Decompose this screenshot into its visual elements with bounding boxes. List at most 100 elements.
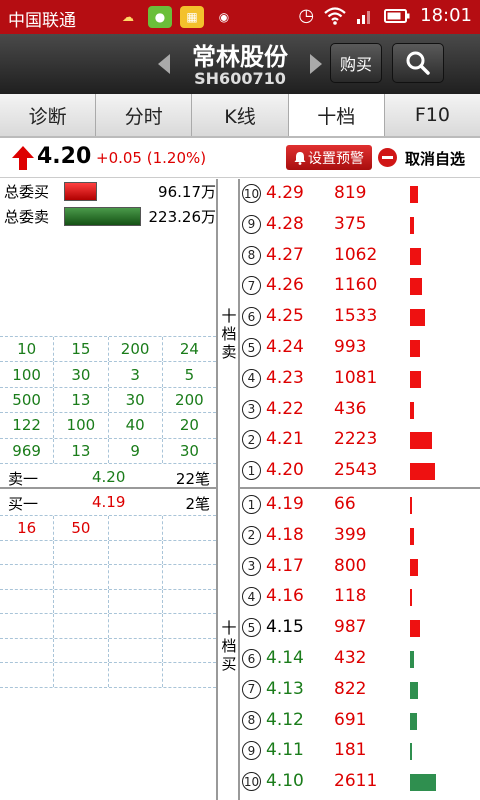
- sell-one-detail-grid: 10 15 200 24 100 30 3 5 500 13 30 200 122 100 40 20 969 1…: [0, 336, 216, 464]
- sell-level-volume: 2543: [334, 460, 378, 481]
- buy-detail-cell: [54, 663, 109, 687]
- buy-level-volume-bar: [410, 558, 418, 576]
- sell-level-row[interactable]: 3 4.22 436: [240, 395, 480, 426]
- sell-level-row[interactable]: 7 4.26 1160: [240, 271, 480, 302]
- sell-level-volume-bar: [410, 309, 425, 327]
- buy-detail-cell: [0, 614, 55, 638]
- sell-level-row[interactable]: 8 4.27 1062: [240, 241, 480, 272]
- buy-detail-cell: [163, 565, 216, 589]
- buy-detail-cell: [109, 565, 163, 589]
- sell-detail-cell: 13: [54, 387, 109, 413]
- buy-detail-cell: [54, 614, 109, 638]
- buy-level-number: 3: [242, 556, 261, 576]
- sell-detail-cell: 969: [0, 438, 55, 463]
- previous-stock-arrow-icon[interactable]: [158, 54, 170, 74]
- buy-level-row[interactable]: 1 4.19 66: [240, 490, 480, 521]
- sell-level-row[interactable]: 4 4.23 1081: [240, 364, 480, 395]
- tab-kline[interactable]: K线: [192, 94, 289, 136]
- clock: 18:01: [420, 5, 472, 26]
- remove-watchlist-button[interactable]: 取消自选: [405, 148, 465, 169]
- sell-level-volume-bar: [410, 247, 421, 265]
- buy-detail-cell: [163, 590, 216, 614]
- sell-level-price: 4.26: [266, 275, 304, 296]
- next-stock-arrow-icon[interactable]: [310, 54, 322, 74]
- buy-level-volume-bar: [410, 774, 436, 792]
- sell-detail-row: 10 15 200 24: [0, 337, 216, 363]
- buy-detail-cell: [109, 614, 163, 638]
- buy-button[interactable]: 购买: [330, 43, 382, 83]
- search-icon: [406, 51, 430, 75]
- sell-detail-cell: 100: [54, 413, 109, 438]
- set-alert-label: 设置预警: [308, 150, 364, 167]
- buy-side-label: 十档买: [221, 619, 237, 673]
- buy-level-row[interactable]: 7 4.13 822: [240, 675, 480, 706]
- tab-intraday[interactable]: 分时: [96, 94, 193, 136]
- sell-level-row[interactable]: 6 4.25 1533: [240, 302, 480, 333]
- sell-detail-cell: 500: [0, 387, 55, 413]
- sell-level-number: 5: [242, 338, 261, 357]
- sell-detail-row: 969 13 9 30: [0, 438, 216, 464]
- buy-detail-cell: [0, 663, 55, 687]
- sell-level-row[interactable]: 2 4.21 2223: [240, 425, 480, 456]
- buy-level-row[interactable]: 5 4.15 987: [240, 613, 480, 644]
- notification-icons: ☁ ● ▦ ◉: [116, 6, 236, 28]
- buy-level-price: 4.14: [266, 648, 304, 668]
- sell-detail-cell: 10: [0, 337, 55, 362]
- sell-detail-cell: 40: [109, 413, 163, 438]
- sell-level-row[interactable]: 1 4.20 2543: [240, 456, 480, 487]
- buy-level-row[interactable]: 9 4.11 181: [240, 736, 480, 767]
- sell-detail-cell: 15: [54, 337, 109, 362]
- buy-detail-row: 16 50: [0, 516, 216, 541]
- sell-level-price: 4.28: [266, 213, 304, 234]
- buy-detail-cell: [0, 638, 55, 662]
- sell-level-row[interactable]: 9 4.28 375: [240, 210, 480, 241]
- sell-detail-cell: 100: [0, 362, 55, 387]
- alarm-icon: ◷: [298, 5, 315, 26]
- buy-one-count: 2笔: [185, 495, 210, 513]
- buy-detail-cell: [54, 638, 109, 662]
- sell-level-number: 7: [242, 276, 261, 296]
- buy-level-row[interactable]: 10 4.10 2611: [240, 767, 480, 798]
- tab-ten-levels[interactable]: 十档: [288, 94, 385, 136]
- buy-level-volume: 822: [334, 678, 367, 699]
- buy-level-row[interactable]: 2 4.18 399: [240, 521, 480, 552]
- buy-one-label: 买一: [8, 495, 39, 513]
- remove-watchlist-icon[interactable]: [378, 148, 397, 167]
- sell-level-volume: 375: [334, 213, 367, 234]
- sell-level-price: 4.24: [266, 337, 304, 357]
- sell-detail-cell: 122: [0, 413, 55, 438]
- sell-detail-cell: 30: [54, 362, 109, 387]
- weather-icon: ☁: [122, 10, 134, 24]
- sell-level-price: 4.29: [266, 183, 304, 203]
- price-up-arrow-icon: [12, 146, 34, 170]
- battery-icon: [384, 8, 410, 23]
- set-alert-button[interactable]: 设置预警: [286, 145, 372, 170]
- sell-level-volume: 819: [334, 183, 367, 203]
- buy-level-number: 7: [242, 679, 261, 699]
- buy-level-volume-bar: [410, 589, 412, 607]
- buy-level-row[interactable]: 6 4.14 432: [240, 644, 480, 675]
- sell-detail-cell: 13: [54, 438, 109, 463]
- buy-detail-cell: [163, 541, 216, 565]
- sell-one-count: 22笔: [175, 470, 210, 488]
- sell-detail-cell: 24: [179, 340, 199, 359]
- price-row: 4.20 +0.05 (1.20%) 设置预警 取消自选: [0, 138, 480, 178]
- tab-f10[interactable]: F10: [384, 94, 480, 136]
- buy-level-row[interactable]: 4 4.16 118: [240, 582, 480, 613]
- app-notification-icon: ●: [148, 6, 172, 28]
- buy-detail-row: [0, 638, 216, 663]
- total-sell-value: 223.26万: [148, 208, 217, 226]
- buy-level-row[interactable]: 3 4.17 800: [240, 552, 480, 583]
- tab-diagnosis[interactable]: 诊断: [0, 94, 97, 136]
- total-sell-bar: [64, 207, 141, 226]
- sell-level-row[interactable]: 10 4.29 819: [240, 179, 480, 210]
- signal-icon: [357, 10, 371, 24]
- buy-detail-cell: [54, 589, 109, 613]
- buy-detail-cell: [109, 516, 163, 540]
- buy-level-volume-bar: [410, 681, 418, 699]
- buy-detail-cell: [163, 663, 216, 687]
- search-button[interactable]: [392, 43, 444, 83]
- buy-level-row[interactable]: 8 4.12 691: [240, 706, 480, 737]
- sell-level-row[interactable]: 5 4.24 993: [240, 333, 480, 364]
- sell-side-label: 十档卖: [221, 307, 237, 361]
